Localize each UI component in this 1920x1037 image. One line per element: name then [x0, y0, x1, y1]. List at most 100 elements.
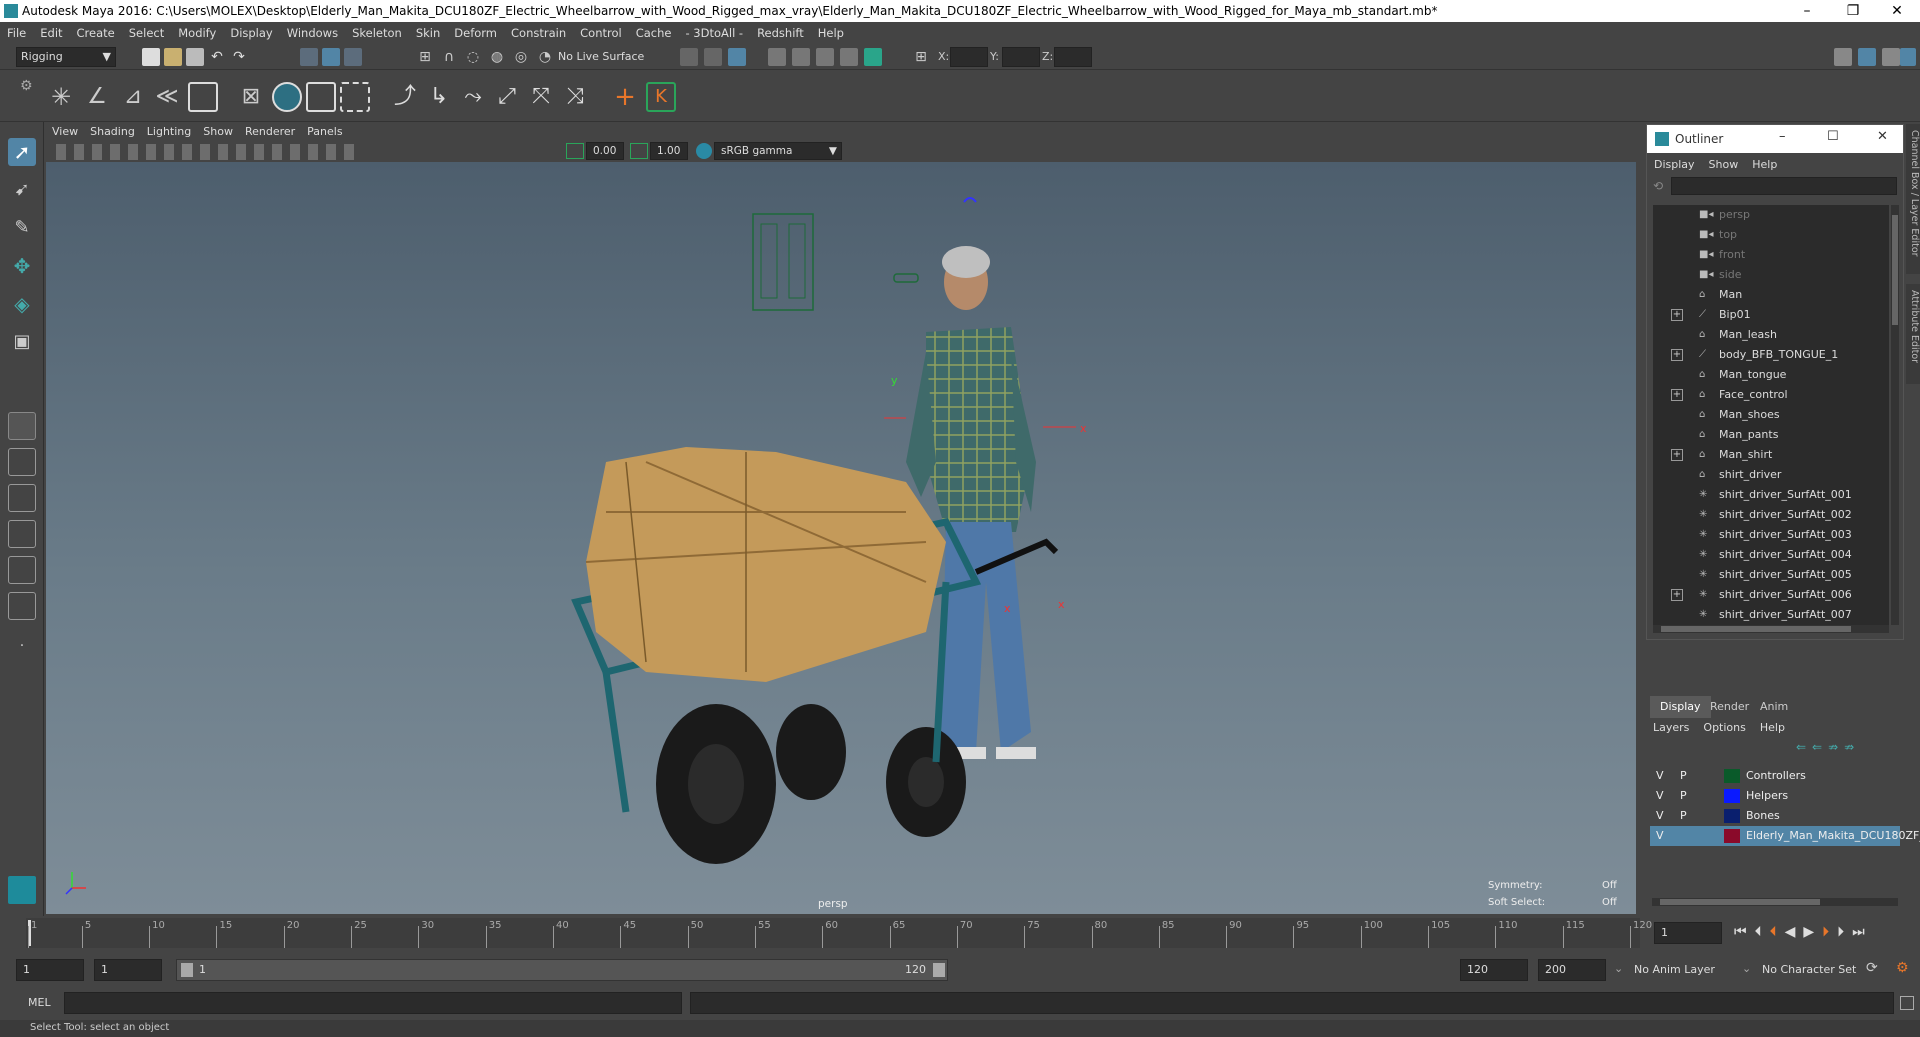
- step-forward-key-icon[interactable]: ⏵: [1822, 924, 1837, 940]
- step-back-icon[interactable]: ⏴: [1755, 924, 1770, 940]
- set-driven-key-icon[interactable]: K: [646, 82, 676, 112]
- outliner-item[interactable]: ■◂ top: [1653, 225, 1889, 245]
- elderly-man-model[interactable]: [906, 246, 1036, 759]
- play-forward-icon[interactable]: ▶: [1803, 924, 1822, 940]
- ik-handle-icon[interactable]: ⊿: [118, 82, 148, 112]
- outliner-item[interactable]: ✳ shirt_driver_SurfAtt_005: [1653, 565, 1889, 585]
- select-tool-icon[interactable]: ➚: [8, 138, 36, 166]
- menu-windows[interactable]: Windows: [280, 22, 345, 44]
- time-ruler[interactable]: 1 5 10 15 20 25 30 35 40 45 50 55 60 65 70 75 80 85 90 95 10…: [26, 918, 1652, 948]
- outliner-menu-show[interactable]: Show: [1702, 155, 1746, 175]
- layer-hscrollbar[interactable]: [1652, 898, 1898, 906]
- auto-key-icon[interactable]: ⟳: [1866, 960, 1878, 976]
- render-view-icon[interactable]: [768, 48, 786, 66]
- mel-label[interactable]: MEL: [28, 996, 51, 1009]
- snap-point-icon[interactable]: ◌: [464, 48, 482, 66]
- bind-skin-icon[interactable]: [188, 82, 218, 112]
- menu-constrain[interactable]: Constrain: [504, 22, 573, 44]
- scene-start-field[interactable]: 1: [16, 959, 84, 981]
- menu-deform[interactable]: Deform: [447, 22, 504, 44]
- panel-menu-show[interactable]: Show: [197, 122, 239, 142]
- menu-cache[interactable]: Cache: [629, 22, 679, 44]
- color-management-icon[interactable]: [696, 143, 712, 159]
- channel-box-side-tab[interactable]: Channel Box / Layer Editor: [1906, 124, 1920, 274]
- persp-outliner-icon[interactable]: [8, 484, 36, 512]
- outliner-item[interactable]: ✳ shirt_driver_SurfAtt_007: [1653, 605, 1889, 625]
- new-scene-icon[interactable]: [142, 48, 160, 66]
- parent-constraint-icon[interactable]: ⤧: [526, 82, 556, 112]
- outliner-persp-icon[interactable]: [8, 592, 36, 620]
- aim-constraint-icon[interactable]: ↳: [424, 82, 454, 112]
- insert-joint-icon[interactable]: ∠: [82, 82, 112, 112]
- close-button[interactable]: ✕: [1874, 0, 1920, 22]
- layer-color-swatch[interactable]: [1724, 809, 1740, 823]
- outliner-search-field[interactable]: [1671, 177, 1897, 195]
- range-start-handle[interactable]: [181, 963, 193, 977]
- paint-select-icon[interactable]: ✎: [8, 214, 36, 242]
- persp-hypershade-icon[interactable]: [8, 556, 36, 584]
- menu-redshift[interactable]: Redshift: [750, 22, 811, 44]
- sculpt-icon[interactable]: [340, 82, 370, 112]
- filter-icon[interactable]: ⟲: [1653, 179, 1669, 195]
- menu-display[interactable]: Display: [223, 22, 279, 44]
- lasso-tool-icon[interactable]: ➹: [8, 176, 36, 204]
- expand-icon[interactable]: +: [1671, 309, 1683, 321]
- expand-icon[interactable]: +: [1671, 349, 1683, 361]
- cluster-icon[interactable]: [272, 82, 302, 112]
- snap-surface-icon[interactable]: ◎: [512, 48, 530, 66]
- wrap-icon[interactable]: [306, 82, 336, 112]
- go-to-end-icon[interactable]: ⏭: [1852, 924, 1873, 940]
- ik-spline-icon[interactable]: ≪: [152, 82, 182, 112]
- menu-select[interactable]: Select: [122, 22, 171, 44]
- channel-box-toggle-icon[interactable]: [1858, 48, 1876, 66]
- layout-options-icon[interactable]: ·: [8, 632, 36, 660]
- close-icon[interactable]: ✕: [1877, 129, 1888, 144]
- outliner-item[interactable]: + ⌂ Man_shirt: [1653, 445, 1889, 465]
- playback-toggle[interactable]: P: [1680, 786, 1687, 806]
- panel-menu-lighting[interactable]: Lighting: [141, 122, 197, 142]
- select-hierarchy-icon[interactable]: [300, 48, 318, 66]
- outliner-item[interactable]: ⌂ Man: [1653, 285, 1889, 305]
- lattice-icon[interactable]: ⊠: [236, 82, 266, 112]
- layer-row[interactable]: V P Helpers: [1650, 786, 1900, 806]
- menu-skin[interactable]: Skin: [409, 22, 447, 44]
- persp-graph-icon[interactable]: [8, 520, 36, 548]
- layer-menu-layers[interactable]: Layers: [1646, 718, 1696, 738]
- outliner-item[interactable]: + ⌂ Face_control: [1653, 385, 1889, 405]
- menu-modify[interactable]: Modify: [171, 22, 223, 44]
- redo-icon[interactable]: ↷: [230, 48, 248, 66]
- layer-menu-help[interactable]: Help: [1753, 718, 1792, 738]
- undo-icon[interactable]: ↶: [208, 48, 226, 66]
- layer-row[interactable]: V P Bones: [1650, 806, 1900, 826]
- select-component-icon[interactable]: [344, 48, 362, 66]
- outliner-menu-display[interactable]: Display: [1647, 155, 1702, 175]
- menuset-dropdown[interactable]: Rigging ▼: [16, 47, 116, 67]
- outliner-item[interactable]: ■◂ side: [1653, 265, 1889, 285]
- menu-control[interactable]: Control: [573, 22, 629, 44]
- outliner-hscrollbar[interactable]: [1653, 625, 1889, 633]
- panel-menu-panels[interactable]: Panels: [301, 122, 348, 142]
- outliner-scrollbar[interactable]: [1891, 205, 1899, 625]
- make-live-icon[interactable]: ◔: [536, 48, 554, 66]
- rotate-tool-icon[interactable]: ◈: [8, 290, 36, 318]
- snap-curve-icon[interactable]: ∩: [440, 48, 458, 66]
- outliner-item[interactable]: + ⟋ Bip01: [1653, 305, 1889, 325]
- select-object-icon[interactable]: [322, 48, 340, 66]
- render-settings-icon[interactable]: [840, 48, 858, 66]
- maximize-icon[interactable]: ☐: [1827, 129, 1839, 144]
- scale-tool-icon[interactable]: ▣: [8, 328, 36, 356]
- expand-icon[interactable]: +: [1671, 389, 1683, 401]
- playback-start-field[interactable]: 1: [94, 959, 162, 981]
- joint-tool-icon[interactable]: ✳: [46, 82, 76, 112]
- panel-menu-renderer[interactable]: Renderer: [239, 122, 301, 142]
- playback-end-field[interactable]: 120: [1460, 959, 1528, 981]
- visibility-toggle[interactable]: V: [1656, 766, 1664, 786]
- construction-history-icon[interactable]: [728, 48, 746, 66]
- minimize-icon[interactable]: –: [1779, 129, 1786, 144]
- scene-end-field[interactable]: 200: [1538, 959, 1606, 981]
- perspective-viewport[interactable]: y x x x persp Symmetry: Off Soft Select:…: [46, 162, 1636, 914]
- command-input[interactable]: [64, 992, 682, 1014]
- character-set-dropdown[interactable]: No Character Set: [1762, 963, 1856, 976]
- outliner-item[interactable]: ✳ shirt_driver_SurfAtt_003: [1653, 525, 1889, 545]
- camera-tools-icon[interactable]: [56, 144, 356, 160]
